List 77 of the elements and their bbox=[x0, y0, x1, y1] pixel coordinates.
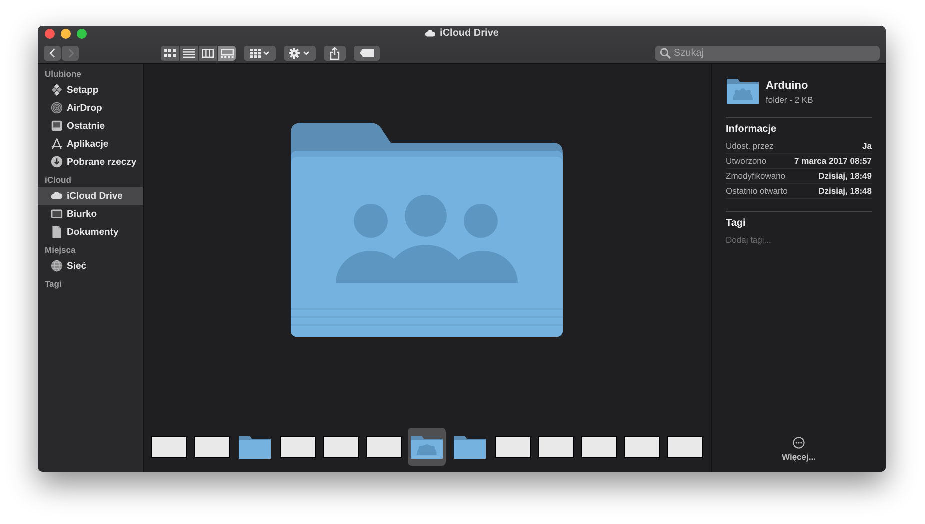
chevron-right-icon bbox=[66, 48, 74, 58]
photo-placeholder bbox=[194, 436, 230, 458]
info-label: Zmodyfikowano bbox=[726, 171, 786, 181]
sidebar-item[interactable]: Pobrane rzeczy bbox=[38, 153, 143, 171]
sidebar-item[interactable]: AirDrop bbox=[38, 99, 143, 117]
sidebar-section-title: Tagi bbox=[44, 279, 63, 290]
cloud-icon bbox=[425, 30, 436, 37]
sidebar-section-title: Ulubione bbox=[44, 69, 82, 80]
tag-button[interactable] bbox=[354, 46, 380, 60]
grid-icon bbox=[164, 48, 176, 58]
photo-placeholder bbox=[366, 436, 402, 458]
sidebar-section-title: Miejsca bbox=[44, 245, 77, 256]
sidebar-item[interactable]: Sieć bbox=[38, 257, 143, 275]
chevron-left-icon bbox=[48, 48, 56, 58]
close-button[interactable] bbox=[45, 29, 55, 39]
photo-placeholder bbox=[323, 436, 359, 458]
info-label: Utworzono bbox=[726, 156, 767, 166]
group-button[interactable] bbox=[244, 46, 276, 60]
list-icon bbox=[183, 48, 195, 58]
search-field[interactable]: Szukaj bbox=[655, 46, 880, 60]
section-title: Tagi bbox=[726, 218, 747, 229]
sidebar-section-title: iCloud bbox=[44, 175, 72, 186]
photo-placeholder bbox=[280, 436, 316, 458]
info-value: Dzisiaj, 18:49 bbox=[818, 171, 872, 181]
view-mode-button[interactable] bbox=[218, 46, 236, 60]
columns-icon bbox=[202, 48, 214, 58]
view-mode-button[interactable] bbox=[180, 46, 198, 60]
photo-placeholder bbox=[667, 436, 703, 458]
gallery-icon bbox=[220, 48, 234, 58]
thumbnail[interactable] bbox=[408, 428, 446, 466]
share-icon bbox=[330, 46, 340, 60]
share-button[interactable] bbox=[324, 46, 346, 60]
tag-icon bbox=[360, 49, 374, 57]
info-value: Dzisiaj, 18:48 bbox=[818, 186, 872, 196]
photo-placeholder bbox=[495, 436, 531, 458]
sidebar-item[interactable]: Dokumenty bbox=[38, 223, 143, 241]
info-label: Udost. przez bbox=[726, 141, 774, 151]
apps-icon bbox=[51, 138, 63, 150]
grid-dropdown-icon bbox=[250, 48, 270, 58]
info-value: Ja bbox=[862, 141, 872, 151]
photo-placeholder bbox=[624, 436, 660, 458]
shared-folder-icon bbox=[726, 78, 760, 105]
gear-dropdown-icon bbox=[289, 48, 311, 58]
file-kind-size: folder - 2 KB bbox=[766, 95, 814, 105]
globe-icon bbox=[51, 260, 63, 272]
file-name: Arduino bbox=[766, 80, 810, 92]
settings-button[interactable] bbox=[284, 46, 316, 60]
tray-icon bbox=[51, 120, 63, 132]
info-value: 7 marca 2017 08:57 bbox=[794, 156, 872, 166]
photo-placeholder bbox=[538, 436, 574, 458]
diamond-icon bbox=[51, 84, 63, 96]
back-button[interactable] bbox=[44, 46, 61, 60]
desktop-icon bbox=[51, 208, 63, 220]
zoom-button[interactable] bbox=[77, 29, 87, 39]
cloud-icon bbox=[51, 190, 63, 202]
folder-icon bbox=[238, 434, 272, 460]
search-icon bbox=[660, 48, 671, 58]
info-label: Ostatnio otwarto bbox=[726, 186, 788, 196]
more-button[interactable]: Więcej... bbox=[782, 437, 816, 462]
window-title: iCloud Drive bbox=[440, 28, 499, 39]
minimize-button[interactable] bbox=[61, 29, 71, 39]
sidebar-item[interactable]: Ostatnie bbox=[38, 117, 143, 135]
photo-placeholder bbox=[581, 436, 617, 458]
download-icon bbox=[51, 156, 63, 168]
sidebar-item[interactable]: Biurko bbox=[38, 205, 143, 223]
view-mode-button[interactable] bbox=[199, 46, 217, 60]
section-title: Informacje bbox=[726, 124, 778, 135]
sidebar-item[interactable]: iCloud Drive bbox=[38, 187, 143, 205]
photo-placeholder bbox=[151, 436, 187, 458]
document-icon bbox=[51, 226, 63, 238]
sidebar-item[interactable]: Aplikacje bbox=[38, 135, 143, 153]
airdrop-icon bbox=[51, 102, 63, 114]
view-mode-button[interactable] bbox=[161, 46, 179, 60]
sidebar-item[interactable]: Setapp bbox=[38, 81, 143, 99]
folder-icon bbox=[453, 434, 487, 460]
more-icon bbox=[792, 437, 805, 449]
shared-folder-icon bbox=[410, 434, 444, 460]
